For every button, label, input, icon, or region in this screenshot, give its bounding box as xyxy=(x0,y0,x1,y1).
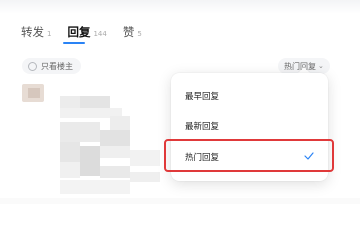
tab-replies-count: 144 xyxy=(93,30,107,38)
only-author-label: 只看楼主 xyxy=(41,61,73,71)
bottom-divider xyxy=(0,198,360,204)
tab-likes-label: 赞 xyxy=(122,25,135,39)
tab-reposts-count: 1 xyxy=(47,30,52,38)
tab-reposts[interactable]: 转发 1 xyxy=(21,24,51,40)
only-author-toggle[interactable]: 只看楼主 xyxy=(22,58,81,74)
tab-likes-count: 5 xyxy=(137,30,142,38)
chevron-down-icon: ⌄ xyxy=(318,62,324,70)
top-fade xyxy=(0,0,360,14)
selection-highlight-box xyxy=(164,139,334,172)
tab-reposts-label: 转发 xyxy=(21,25,44,39)
tab-likes[interactable]: 赞 5 xyxy=(123,24,142,40)
radio-icon xyxy=(28,61,37,71)
tab-replies[interactable]: 回复 144 xyxy=(67,24,106,40)
tab-replies-label: 回复 xyxy=(67,25,91,39)
menu-item-earliest[interactable]: 最早回复 xyxy=(185,90,219,104)
tab-bar: 转发 1 回复 144 赞 5 xyxy=(21,24,158,44)
menu-item-latest[interactable]: 最新回复 xyxy=(185,120,219,134)
active-tab-underline xyxy=(63,42,85,44)
